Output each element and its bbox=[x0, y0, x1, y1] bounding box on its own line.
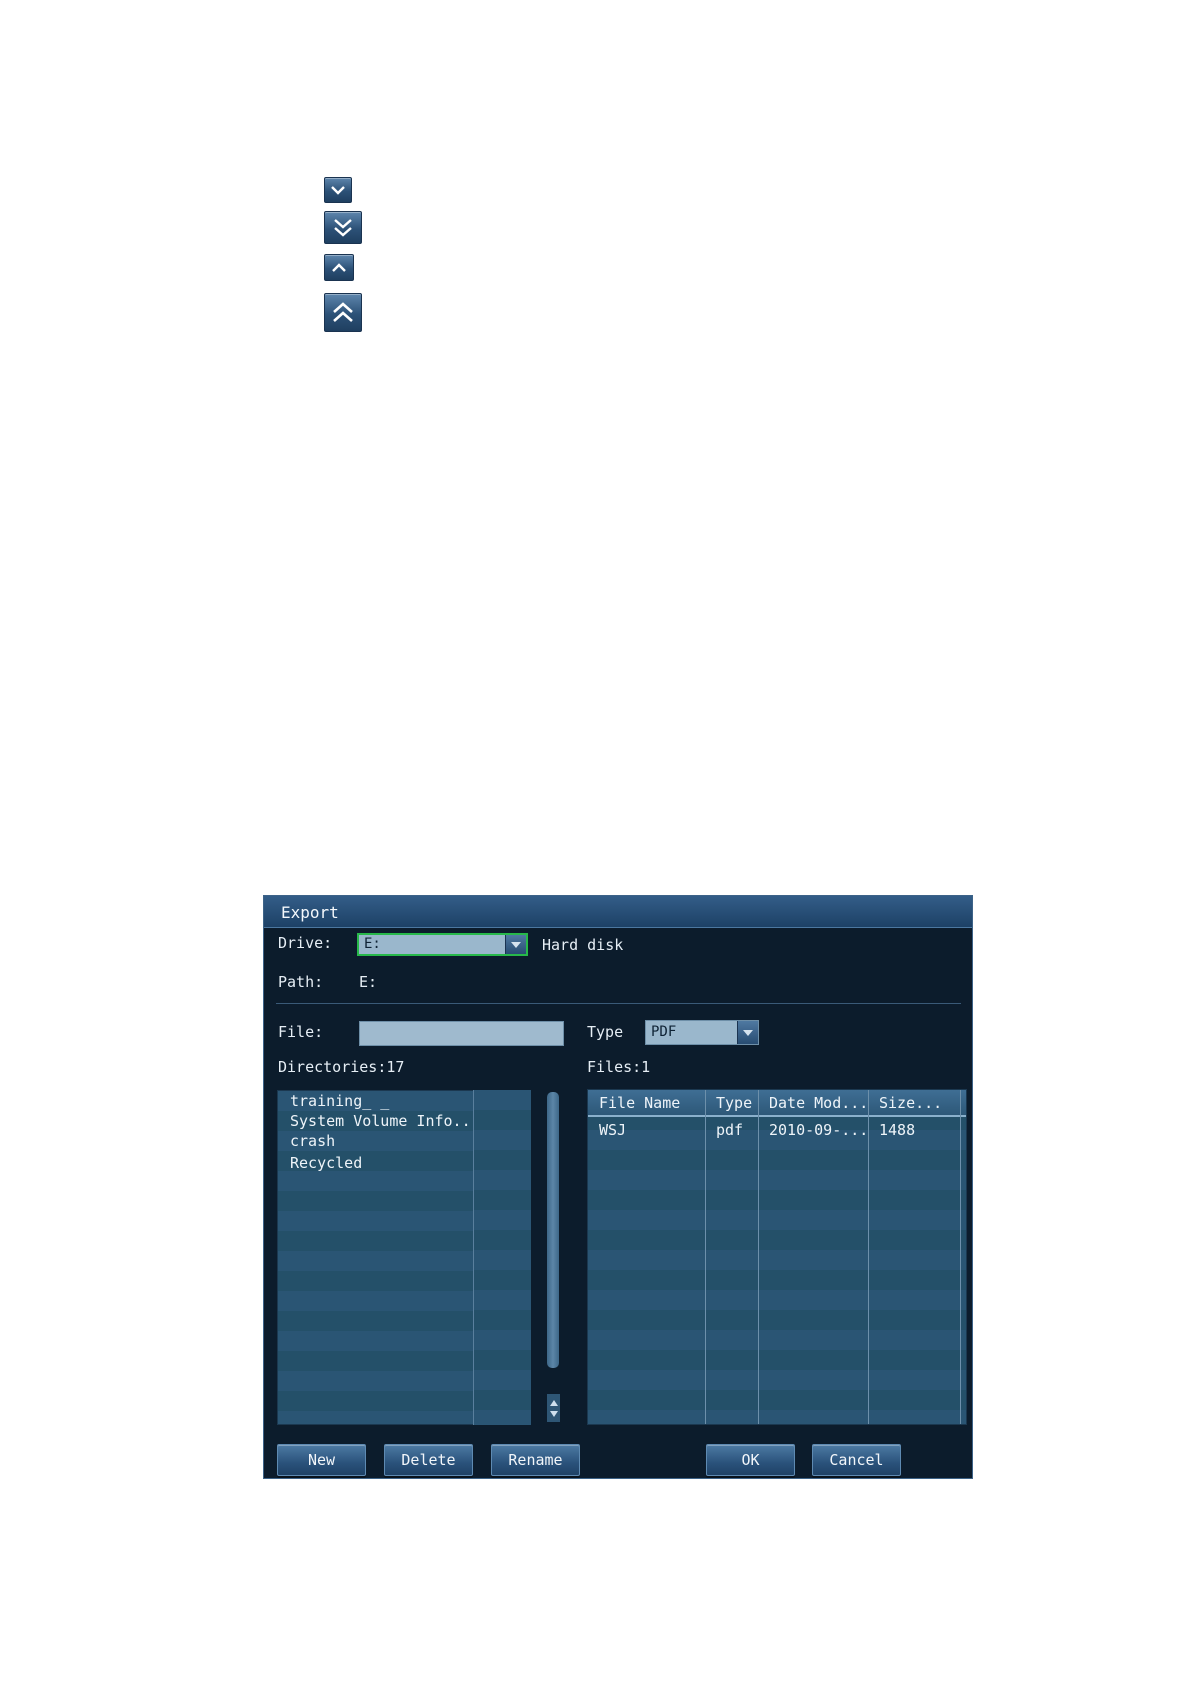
column-divider bbox=[960, 1090, 961, 1424]
scroll-arrows[interactable] bbox=[547, 1394, 560, 1422]
chevron-down-icon[interactable] bbox=[737, 1021, 758, 1044]
cell-file-name: WSJ bbox=[599, 1121, 627, 1139]
directory-scrollbar[interactable] bbox=[547, 1092, 559, 1368]
cancel-button[interactable]: Cancel bbox=[812, 1444, 901, 1476]
chevron-down-icon[interactable] bbox=[505, 935, 526, 954]
column-header-size[interactable]: Size... bbox=[879, 1094, 942, 1112]
ok-button[interactable]: OK bbox=[706, 1444, 795, 1476]
drive-select[interactable]: E: bbox=[357, 933, 528, 956]
column-divider bbox=[705, 1090, 706, 1424]
table-header: File Name Type Date Mod... Size... bbox=[588, 1090, 966, 1117]
drive-description: Hard disk bbox=[542, 936, 624, 954]
list-item[interactable]: crash bbox=[290, 1132, 335, 1150]
column-header-date-modified[interactable]: Date Mod... bbox=[769, 1094, 868, 1112]
file-label: File: bbox=[278, 1023, 324, 1041]
directories-count: Directories:17 bbox=[278, 1058, 405, 1076]
page-down-icon bbox=[324, 211, 362, 244]
scroll-up-icon bbox=[324, 254, 354, 281]
dialog-title: Export bbox=[281, 903, 339, 922]
directory-list-column bbox=[473, 1090, 531, 1425]
cell-size: 1488 bbox=[879, 1121, 916, 1139]
type-label: Type bbox=[587, 1023, 624, 1041]
path-label: Path: bbox=[278, 973, 324, 991]
list-item[interactable]: Recycled bbox=[290, 1154, 362, 1172]
column-divider bbox=[868, 1090, 869, 1424]
column-divider bbox=[758, 1090, 759, 1424]
scroll-down-icon[interactable] bbox=[549, 1410, 559, 1418]
dialog-titlebar: Export bbox=[264, 896, 972, 928]
type-value: PDF bbox=[651, 1024, 677, 1040]
column-header-file-name[interactable]: File Name bbox=[599, 1094, 680, 1112]
page-up-icon bbox=[324, 293, 362, 332]
file-table[interactable]: File Name Type Date Mod... Size... WSJ p… bbox=[587, 1089, 967, 1425]
new-button[interactable]: New bbox=[277, 1444, 366, 1476]
cell-type: pdf bbox=[716, 1121, 744, 1139]
directory-list[interactable]: training_ _ System Volume Info... crash … bbox=[277, 1090, 487, 1425]
divider bbox=[276, 1003, 961, 1004]
list-item[interactable]: training_ _ bbox=[290, 1092, 389, 1110]
type-select[interactable]: PDF bbox=[645, 1020, 759, 1045]
column-header-type[interactable]: Type bbox=[716, 1094, 752, 1112]
file-name-input[interactable] bbox=[359, 1021, 564, 1046]
drive-value: E: bbox=[364, 936, 381, 952]
path-value: E: bbox=[359, 973, 378, 991]
scroll-up-icon[interactable] bbox=[549, 1399, 559, 1407]
files-count: Files:1 bbox=[587, 1058, 651, 1076]
rename-button[interactable]: Rename bbox=[491, 1444, 580, 1476]
cell-date-modified: 2010-09-... bbox=[769, 1121, 869, 1139]
scroll-down-icon bbox=[324, 177, 352, 203]
export-dialog: Export Drive: E: Hard disk Path: E: File… bbox=[263, 895, 973, 1479]
list-item[interactable]: System Volume Info... bbox=[290, 1112, 480, 1130]
delete-button[interactable]: Delete bbox=[384, 1444, 473, 1476]
drive-label: Drive: bbox=[278, 934, 333, 952]
